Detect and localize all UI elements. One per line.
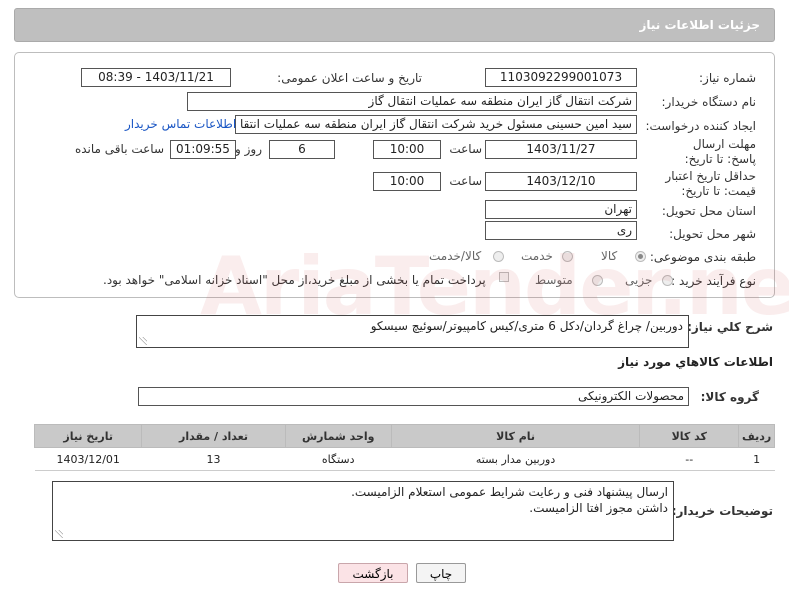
buyer-org-label: نام دستگاه خریدار: xyxy=(661,95,757,109)
header-bar: جزئیات اطلاعات نیاز xyxy=(14,8,775,42)
days-field: 6 xyxy=(269,140,335,159)
col-unit: واحد شمارش xyxy=(284,424,392,448)
col-quantity: تعداد / مقدار xyxy=(141,424,286,448)
process-option-minor: جزیی xyxy=(625,273,653,287)
process-option-medium: متوسط xyxy=(535,273,573,287)
page-title: جزئیات اطلاعات نیاز xyxy=(639,18,760,32)
validity-time-field: 10:00 xyxy=(373,172,441,191)
category-option-goods-service: کالا/خدمت xyxy=(429,249,482,263)
response-time-label: ساعت xyxy=(449,142,482,156)
items-table: ردیف کد کالا نام کالا واحد شمارش تعداد /… xyxy=(33,424,775,471)
day-and-label: روز و xyxy=(235,142,262,156)
table-row: 1 -- دوربین مدار بسته دستگاه 13 1403/12/… xyxy=(34,447,775,471)
print-button[interactable]: چاپ xyxy=(416,563,466,583)
buyer-notes-textarea: ارسال پیشنهاد فنی و رعایت شرایط عمومی اس… xyxy=(52,481,674,541)
page: جزئیات اطلاعات نیاز شماره نیاز: 11030922… xyxy=(0,0,789,598)
remaining-time-field: 01:09:55 xyxy=(170,140,236,159)
cell-item-code: -- xyxy=(639,447,739,471)
payment-note: پرداخت تمام یا بخشی از مبلغ خرید،از محل … xyxy=(103,273,486,287)
process-radio-minor[interactable] xyxy=(662,275,673,286)
cell-row-number: 1 xyxy=(738,447,775,471)
buyer-org-field: شرکت انتقال گاز ایران منطقه سه عملیات ان… xyxy=(187,92,637,111)
city-field: ری xyxy=(485,221,637,240)
table-header-row: ردیف کد کالا نام کالا واحد شمارش تعداد /… xyxy=(33,424,775,448)
resize-grip-icon[interactable] xyxy=(139,337,147,345)
response-date-field: 1403/11/27 xyxy=(485,140,637,159)
cell-quantity: 13 xyxy=(141,447,286,471)
resize-grip-icon[interactable] xyxy=(55,530,63,538)
buyer-note-line: داشتن مجوز افتا الزامیست. xyxy=(529,501,668,515)
buyer-note-line: ارسال پیشنهاد فنی و رعایت شرایط عمومی اس… xyxy=(351,485,668,499)
cell-unit: دستگاه xyxy=(285,447,392,471)
buyer-contact-link[interactable]: اطلاعات تماس خریدار xyxy=(125,117,236,131)
category-option-service: خدمت xyxy=(521,249,553,263)
announce-datetime-field: 1403/11/21 - 08:39 xyxy=(81,68,231,87)
category-radio-goods-service[interactable] xyxy=(493,251,504,262)
need-number-label: شماره نیاز: xyxy=(699,71,756,85)
col-item-name: نام کالا xyxy=(390,424,641,448)
process-radio-medium[interactable] xyxy=(592,275,603,286)
col-need-date: تاریخ نیاز xyxy=(33,424,143,448)
goods-group-field: محصولات الکترونیکی xyxy=(138,387,689,406)
col-row-number: ردیف xyxy=(738,424,775,448)
remaining-label: ساعت باقی مانده xyxy=(74,142,164,156)
response-time-field: 10:00 xyxy=(373,140,441,159)
back-button[interactable]: بازگشت xyxy=(338,563,408,583)
cell-item-name: دوربین مدار بسته xyxy=(391,447,640,471)
treasury-checkbox[interactable] xyxy=(499,272,509,282)
category-radio-goods[interactable] xyxy=(635,251,646,262)
cell-need-date: 1403/12/01 xyxy=(34,447,142,471)
city-label: شهر محل تحویل: xyxy=(669,227,756,241)
category-option-goods: کالا xyxy=(601,249,618,263)
validity-time-label: ساعت xyxy=(449,174,482,188)
process-type-label: نوع فرآیند خرید : xyxy=(671,274,756,288)
category-label: طبقه بندی موضوعی: xyxy=(649,250,756,264)
col-item-code: کد کالا xyxy=(639,424,740,448)
goods-info-title: اطلاعات کالاهاي مورد نياز xyxy=(618,355,773,369)
price-validity-label: حداقل تاریخ اعتبار قیمت: تا تاریخ: xyxy=(665,169,756,198)
announce-datetime-label: تاریخ و ساعت اعلان عمومی: xyxy=(277,71,422,85)
info-panel: شماره نیاز: 1103092299001073 تاریخ و ساع… xyxy=(14,52,775,298)
response-deadline-label: مهلت ارسال پاسخ: تا تاریخ: xyxy=(684,137,756,166)
requester-field: سید امین حسینی مسئول خرید شرکت انتقال گا… xyxy=(235,115,637,134)
province-field: تهران xyxy=(485,200,637,219)
general-desc-text: دوربین/ چراغ گردان/دکل 6 متری/کیس کامپیو… xyxy=(370,319,683,333)
validity-date-field: 1403/12/10 xyxy=(485,172,637,191)
general-desc-label: شرح کلي نياز: xyxy=(687,320,773,334)
goods-group-label: گروه کالا: xyxy=(700,390,759,404)
category-radio-service[interactable] xyxy=(562,251,573,262)
need-number-field: 1103092299001073 xyxy=(485,68,637,87)
province-label: استان محل تحویل: xyxy=(661,204,756,218)
general-desc-textarea: دوربین/ چراغ گردان/دکل 6 متری/کیس کامپیو… xyxy=(136,315,689,348)
requester-label: ایجاد کننده درخواست: xyxy=(645,119,756,133)
buyer-notes-label: توضیحات خریدار: xyxy=(671,504,773,518)
